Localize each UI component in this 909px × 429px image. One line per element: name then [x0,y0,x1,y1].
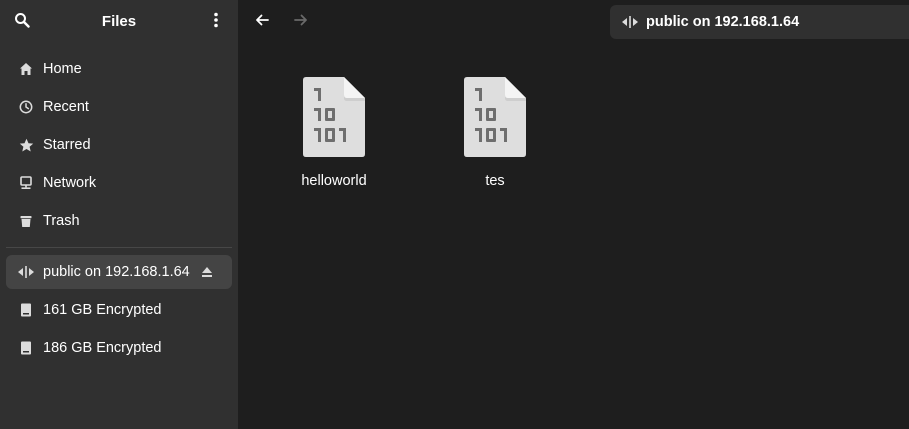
sidebar-item-starred[interactable]: Starred [6,128,232,162]
eject-icon[interactable] [200,265,214,279]
location-pathbar[interactable]: public on 192.168.1.64 [610,5,909,39]
drive-icon [18,340,34,356]
sidebar-item-recent[interactable]: Recent [6,90,232,124]
sidebar-item-label: Recent [43,99,89,115]
sidebar-item-label: Starred [43,137,91,153]
clock-icon [18,99,34,115]
file-name: helloworld [301,173,367,189]
sidebar-item-network[interactable]: Network [6,166,232,200]
sidebar-item-label: Network [43,175,97,191]
main-content: public on 192.168.1.64 helloworld tes [238,0,909,429]
sidebar: Files Home Recent Starred Network Trash … [0,0,238,429]
sidebar-header: Files [0,0,238,44]
file-item-tes[interactable]: tes [445,74,545,194]
sidebar-item-label: 186 GB Encrypted [43,340,162,356]
main-menu-button[interactable] [200,6,232,38]
back-button[interactable] [248,8,276,36]
sidebar-item-network-share[interactable]: public on 192.168.1.64 [6,255,232,289]
forward-arrow-icon [294,13,308,32]
sidebar-divider [6,247,232,248]
sidebar-item-drive-161[interactable]: 161 GB Encrypted [6,293,232,327]
sidebar-item-home[interactable]: Home [6,52,232,86]
binary-file-icon [464,77,526,157]
files-window: Files Home Recent Starred Network Trash … [0,0,909,429]
trash-icon [18,213,34,229]
file-name: tes [485,173,505,189]
network-icon [18,175,34,191]
location-label: public on 192.168.1.64 [646,14,800,30]
network-share-icon [18,264,34,280]
back-arrow-icon [255,13,269,32]
binary-file-icon [303,77,365,157]
home-icon [18,61,34,77]
forward-button[interactable] [287,8,315,36]
kebab-menu-icon [208,12,224,33]
network-share-icon [622,16,638,28]
star-icon [18,137,34,153]
sidebar-item-trash[interactable]: Trash [6,204,232,238]
sidebar-item-label: public on 192.168.1.64 [43,264,190,280]
sidebar-item-label: 161 GB Encrypted [43,302,162,318]
sidebar-item-label: Trash [43,213,80,229]
drive-icon [18,302,34,318]
sidebar-item-label: Home [43,61,82,77]
file-item-helloworld[interactable]: helloworld [284,74,384,194]
sidebar-item-drive-186[interactable]: 186 GB Encrypted [6,331,232,365]
